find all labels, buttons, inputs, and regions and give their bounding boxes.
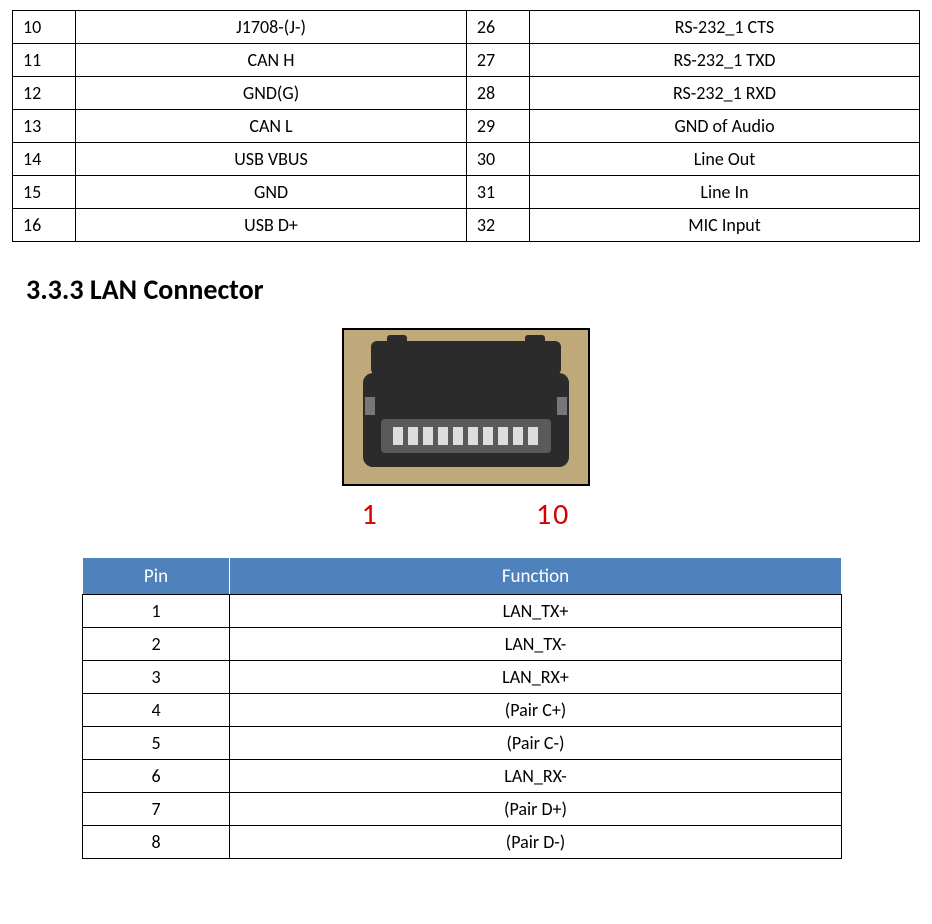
func-cell: J1708-(J-) [76,11,467,44]
pin-cell: 15 [13,176,76,209]
func-cell: Line Out [530,143,920,176]
func-cell: Line In [530,176,920,209]
header-function: Function [230,558,842,595]
connector-pin-labels: 1 10 [12,496,920,533]
table-row: 12GND(G)28RS-232_1 RXD [13,77,920,110]
func-cell: RS-232_1 CTS [530,11,920,44]
pin-cell: 5 [83,727,230,760]
pin-cell: 12 [13,77,76,110]
pin-cell: 16 [13,209,76,242]
table-row: 16USB D+32MIC Input [13,209,920,242]
pin-cell: 6 [83,760,230,793]
func-cell: LAN_RX- [230,760,842,793]
pin-cell: 30 [466,143,529,176]
pin-cell: 11 [13,44,76,77]
pinout-table-top: 10J1708-(J-)26RS-232_1 CTS 11CAN H27RS-2… [12,10,920,242]
func-cell: (Pair C+) [230,694,842,727]
pin-cell: 32 [466,209,529,242]
pin-label-left: 1 [356,496,462,533]
func-cell: LAN_TX- [230,628,842,661]
pin-cell: 3 [83,661,230,694]
func-cell: RS-232_1 RXD [530,77,920,110]
connector-figure: 1 10 [12,327,920,533]
lan-pinout-table: Pin Function 1LAN_TX+ 2LAN_TX- 3LAN_RX+ … [82,557,842,859]
table-row: 4(Pair C+) [83,694,842,727]
table-row: 1LAN_TX+ [83,595,842,628]
func-cell: LAN_TX+ [230,595,842,628]
pin-cell: 26 [466,11,529,44]
table-row: 2LAN_TX- [83,628,842,661]
table-row: 7(Pair D+) [83,793,842,826]
pin-cell: 4 [83,694,230,727]
table-row: 13CAN L29GND of Audio [13,110,920,143]
header-pin: Pin [83,558,230,595]
pin-cell: 8 [83,826,230,859]
func-cell: GND(G) [76,77,467,110]
func-cell: GND of Audio [530,110,920,143]
func-cell: (Pair C-) [230,727,842,760]
pin-cell: 27 [466,44,529,77]
pin-cell: 29 [466,110,529,143]
table-row: 10J1708-(J-)26RS-232_1 CTS [13,11,920,44]
table-row: 11CAN H27RS-232_1 TXD [13,44,920,77]
func-cell: LAN_RX+ [230,661,842,694]
pin-cell: 31 [466,176,529,209]
pin-label-right: 10 [470,496,576,533]
pin-cell: 13 [13,110,76,143]
func-cell: (Pair D-) [230,826,842,859]
pinout-table-top-body: 10J1708-(J-)26RS-232_1 CTS 11CAN H27RS-2… [13,11,920,242]
func-cell: GND [76,176,467,209]
pin-cell: 7 [83,793,230,826]
table-header-row: Pin Function [83,558,842,595]
pin-cell: 28 [466,77,529,110]
table-row: 3LAN_RX+ [83,661,842,694]
lan-connector-icon [341,327,591,487]
section-heading: 3.3.3 LAN Connector [26,272,920,307]
table-row: 14USB VBUS30Line Out [13,143,920,176]
func-cell: USB VBUS [76,143,467,176]
func-cell: MIC Input [530,209,920,242]
func-cell: USB D+ [76,209,467,242]
pin-cell: 10 [13,11,76,44]
func-cell: CAN H [76,44,467,77]
func-cell: RS-232_1 TXD [530,44,920,77]
table-row: 6LAN_RX- [83,760,842,793]
pin-cell: 2 [83,628,230,661]
func-cell: CAN L [76,110,467,143]
pin-cell: 1 [83,595,230,628]
pin-cell: 14 [13,143,76,176]
table-row: 15GND31Line In [13,176,920,209]
table-row: 8(Pair D-) [83,826,842,859]
table-row: 5(Pair C-) [83,727,842,760]
func-cell: (Pair D+) [230,793,842,826]
